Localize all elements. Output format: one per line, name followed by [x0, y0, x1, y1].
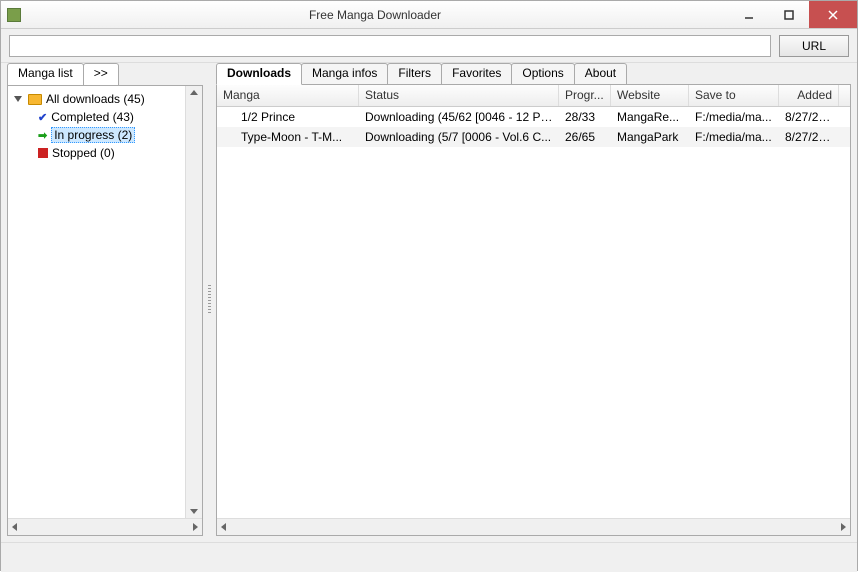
window-title: Free Manga Downloader [21, 8, 729, 22]
tab-manga-list[interactable]: Manga list [7, 63, 84, 85]
url-button[interactable]: URL [779, 35, 849, 57]
left-panel: Manga list >> All downloads (45) ✔ Compl… [7, 63, 203, 536]
tree-label: Completed (43) [51, 110, 134, 124]
arrow-right-icon: ➡ [38, 129, 47, 142]
cell-manga: 1/2 Prince [217, 108, 359, 126]
grid-hscrollbar[interactable] [217, 518, 850, 535]
cell-added: 8/27/2013 [779, 128, 839, 146]
splitter[interactable] [207, 63, 212, 536]
splitter-grip-icon [208, 285, 211, 315]
downloads-grid: Manga Status Progr... Website Save to Ad… [216, 84, 851, 536]
status-bar [1, 542, 857, 572]
url-input[interactable] [9, 35, 771, 57]
tab-options[interactable]: Options [511, 63, 574, 85]
right-panel: Downloads Manga infos Filters Favorites … [216, 63, 851, 536]
tree-label: All downloads (45) [46, 92, 145, 106]
check-icon: ✔ [38, 111, 47, 124]
col-head-status[interactable]: Status [359, 85, 559, 106]
cell-saveto: F:/media/ma... [689, 108, 779, 126]
tab-about[interactable]: About [574, 63, 627, 85]
folder-icon [28, 94, 42, 105]
expand-icon [14, 96, 22, 102]
titlebar: Free Manga Downloader [1, 1, 857, 29]
tree-node-in-progress[interactable]: ➡ In progress (2) [10, 126, 183, 144]
table-row[interactable]: 1/2 Prince Downloading (45/62 [0046 - 12… [217, 107, 850, 127]
cell-website: MangaRe... [611, 108, 689, 126]
cell-status: Downloading (45/62 [0046 - 12 Pri... [359, 108, 559, 126]
left-tabs: Manga list >> [7, 63, 203, 85]
tab-manga-infos[interactable]: Manga infos [301, 63, 388, 85]
col-head-saveto[interactable]: Save to [689, 85, 779, 106]
window-controls [729, 1, 857, 28]
close-button[interactable] [809, 1, 857, 28]
cell-added: 8/27/2013 [779, 108, 839, 126]
table-row[interactable]: Type-Moon - T-M... Downloading (5/7 [000… [217, 127, 850, 147]
downloads-tree[interactable]: All downloads (45) ✔ Completed (43) ➡ In… [8, 86, 185, 518]
grid-header[interactable]: Manga Status Progr... Website Save to Ad… [217, 85, 850, 107]
tree-hscrollbar[interactable] [8, 518, 202, 535]
cell-status: Downloading (5/7 [0006 - Vol.6 C... [359, 128, 559, 146]
tree-root-all-downloads[interactable]: All downloads (45) [10, 90, 183, 108]
minimize-button[interactable] [729, 1, 769, 28]
tab-filters[interactable]: Filters [387, 63, 442, 85]
main-area: Manga list >> All downloads (45) ✔ Compl… [1, 63, 857, 542]
tree-label: In progress (2) [51, 127, 135, 143]
tree-node-completed[interactable]: ✔ Completed (43) [10, 108, 183, 126]
stop-icon [38, 148, 48, 158]
app-icon [7, 8, 21, 22]
cell-website: MangaPark [611, 128, 689, 146]
cell-manga: Type-Moon - T-M... [217, 128, 359, 146]
col-head-manga[interactable]: Manga [217, 85, 359, 106]
grid-body[interactable]: 1/2 Prince Downloading (45/62 [0046 - 12… [217, 107, 850, 518]
tab-downloads[interactable]: Downloads [216, 63, 302, 85]
right-tabs: Downloads Manga infos Filters Favorites … [216, 63, 851, 85]
cell-saveto: F:/media/ma... [689, 128, 779, 146]
col-head-added[interactable]: Added [779, 85, 839, 106]
tree-label: Stopped (0) [52, 146, 115, 160]
maximize-button[interactable] [769, 1, 809, 28]
cell-progr: 26/65 [559, 128, 611, 146]
col-head-website[interactable]: Website [611, 85, 689, 106]
url-toolbar: URL [1, 29, 857, 63]
tab-favorites[interactable]: Favorites [441, 63, 512, 85]
tree-container: All downloads (45) ✔ Completed (43) ➡ In… [7, 85, 203, 536]
col-head-progr[interactable]: Progr... [559, 85, 611, 106]
cell-progr: 28/33 [559, 108, 611, 126]
tree-vscrollbar[interactable] [185, 86, 202, 518]
tree-node-stopped[interactable]: Stopped (0) [10, 144, 183, 162]
tab-expand[interactable]: >> [83, 63, 119, 85]
